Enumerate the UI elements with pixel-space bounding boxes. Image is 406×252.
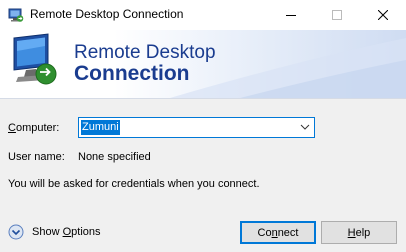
connect-pre: Co: [257, 226, 272, 239]
computer-label-accel: C: [8, 122, 16, 134]
banner-divider: [0, 98, 406, 99]
help-rest: elp: [355, 226, 371, 239]
show-options-rest: ptions: [71, 226, 101, 238]
close-button[interactable]: [360, 0, 406, 30]
show-options-label[interactable]: Show Options: [32, 226, 101, 238]
credentials-hint: You will be asked for credentials when y…: [8, 178, 260, 190]
window-title: Remote Desktop Connection: [30, 7, 184, 21]
username-value: None specified: [78, 151, 151, 163]
help-button[interactable]: Help: [321, 221, 397, 244]
close-icon: [378, 10, 388, 20]
remote-desktop-icon: [8, 8, 24, 22]
header-banner: Remote Desktop Connection: [0, 30, 406, 98]
title-bar[interactable]: Remote Desktop Connection: [0, 0, 406, 30]
show-options-accel: O: [62, 226, 72, 238]
show-options-pre: Show: [32, 226, 63, 238]
maximize-button[interactable]: [314, 0, 360, 30]
minimize-button[interactable]: [268, 0, 314, 30]
maximize-icon: [332, 10, 342, 20]
computer-label: Computer:: [8, 122, 59, 134]
computer-label-text: omputer:: [15, 122, 60, 134]
banner-title-line1: Remote Desktop: [74, 42, 216, 63]
chevron-circle-down-icon[interactable]: [8, 224, 24, 240]
show-options-toggle[interactable]: Show Options: [8, 223, 101, 241]
username-label: User name:: [8, 151, 65, 163]
connect-button[interactable]: Co n nect: [240, 221, 316, 244]
rdc-window: Remote Desktop Connection Remote Desktop…: [0, 0, 406, 252]
chevron-down-icon[interactable]: [300, 123, 310, 131]
computer-input[interactable]: Zumuni: [81, 120, 120, 135]
minimize-icon: [286, 15, 296, 16]
monitor-connection-icon: [13, 33, 57, 85]
connect-rest: nect: [277, 226, 299, 239]
help-accel: H: [347, 226, 356, 239]
computer-combobox[interactable]: Zumuni: [78, 117, 315, 138]
banner-title-line2: Connection: [74, 62, 190, 85]
